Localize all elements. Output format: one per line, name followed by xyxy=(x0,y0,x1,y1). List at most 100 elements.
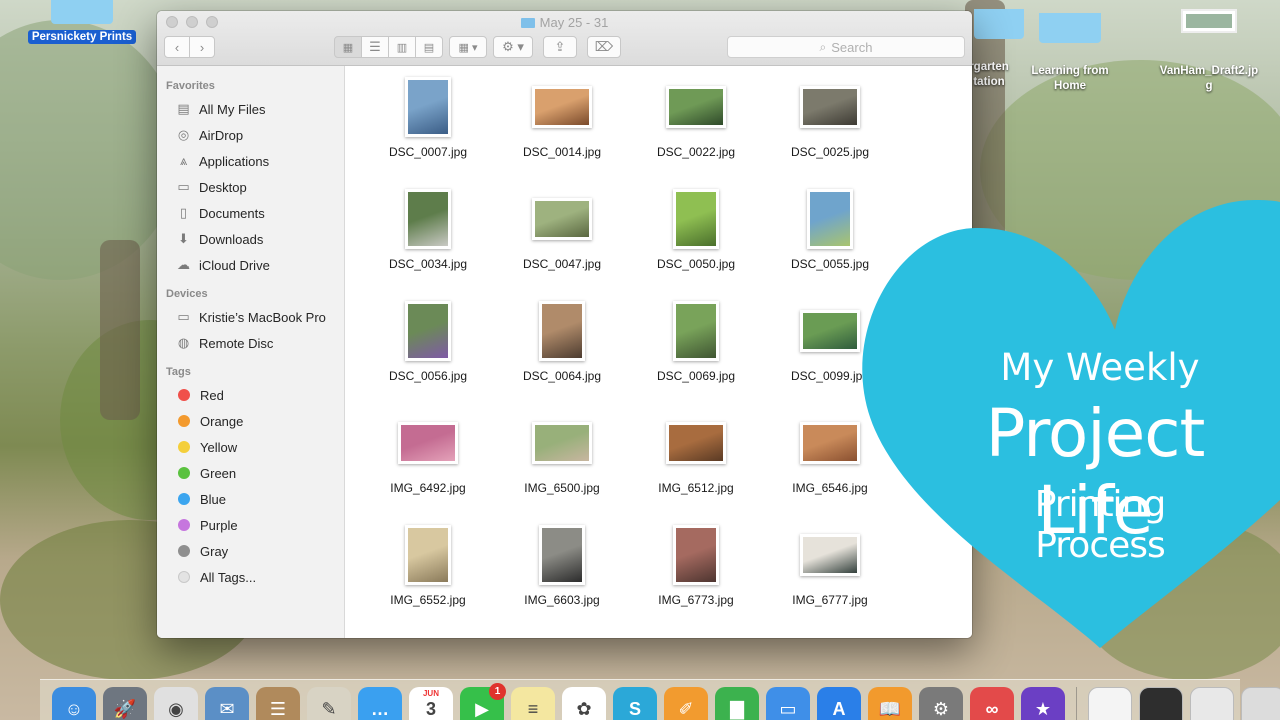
file-item[interactable]: DSC_0047.jpg xyxy=(495,186,629,298)
sidebar-item-desktop[interactable]: ▭ Desktop xyxy=(157,174,344,200)
column-view-button[interactable]: ▥ xyxy=(388,36,416,58)
devices-heading: Devices xyxy=(166,288,208,300)
keynote-app[interactable]: ▭ xyxy=(766,687,810,720)
sidebar-item-all-my-files[interactable]: ▤ All My Files xyxy=(157,96,344,122)
tags-list: Red Orange Yellow Green Blue Purple Gray All Ta… xyxy=(157,382,344,590)
image-thumbnail xyxy=(800,422,860,464)
system-prefs-app[interactable]: ⚙ xyxy=(919,687,963,720)
thumbnail-frame xyxy=(666,74,726,140)
calendar-app[interactable]: 3 JUN xyxy=(409,687,453,720)
desktop-icon-label: VanHam_Draft2.jp g xyxy=(1159,65,1259,92)
sidebar-item-tag-alltags[interactable]: All Tags... xyxy=(157,564,344,590)
creative-cloud-app[interactable]: ∞ xyxy=(970,687,1014,720)
mail-app[interactable]: ✉ xyxy=(205,687,249,720)
sidebar-item-tag-gray[interactable]: Gray xyxy=(157,538,344,564)
applications-icon: ⩓ xyxy=(179,153,188,168)
share-button[interactable]: ⇪ xyxy=(543,36,577,58)
messages-app[interactable]: … xyxy=(358,687,402,720)
image-thumbnail xyxy=(405,77,451,137)
sidebar-item-documents[interactable]: ▯ Documents xyxy=(157,200,344,226)
file-item[interactable]: DSC_0050.jpg xyxy=(629,186,763,298)
desktop-icon-learning-from-home[interactable]: Learning from Home xyxy=(1022,0,1118,94)
file-grid: DSC_0007.jpg DSC_0014.jpg DSC_0022.jpg DSC_… xyxy=(361,74,897,634)
file-item[interactable]: DSC_0014.jpg xyxy=(495,74,629,186)
sidebar-item-airdrop[interactable]: ◎ AirDrop xyxy=(157,122,344,148)
silhouette-app[interactable]: S xyxy=(613,687,657,720)
sidebar-item-tag-red[interactable]: Red xyxy=(157,382,344,408)
file-item[interactable]: IMG_6500.jpg xyxy=(495,410,629,522)
doc-thumbnail-1[interactable] xyxy=(1088,687,1132,720)
finder-app[interactable]: ☺ xyxy=(52,687,96,720)
facetime-app[interactable]: ▶ 1 xyxy=(460,683,506,720)
thumbnail-frame xyxy=(666,410,726,476)
file-item[interactable]: IMG_6492.jpg xyxy=(361,410,495,522)
doc-thumbnail-2[interactable] xyxy=(1139,687,1183,720)
list-view-button[interactable]: ☰ xyxy=(361,36,389,58)
sidebar-item-applications[interactable]: ⩓ Applications xyxy=(157,148,344,174)
desktop-icon-persnickety-prints[interactable]: Persnickety Prints xyxy=(20,0,144,45)
chevron-right-icon: › xyxy=(199,39,205,55)
pages-app[interactable]: ✐ xyxy=(664,687,708,720)
sidebar-item-icloud-drive[interactable]: ☁ iCloud Drive xyxy=(157,252,344,278)
sidebar-item-tag-yellow[interactable]: Yellow xyxy=(157,434,344,460)
file-item[interactable]: DSC_0056.jpg xyxy=(361,298,495,410)
grid-icon: ▦ xyxy=(342,41,354,54)
file-name: IMG_6492.jpg xyxy=(390,481,466,495)
finder-icon: ☺ xyxy=(64,698,84,719)
file-item[interactable]: DSC_0025.jpg xyxy=(763,74,897,186)
doc-thumbnail-3[interactable] xyxy=(1190,687,1234,720)
imovie-app[interactable]: ★ xyxy=(1021,687,1065,720)
gear-icon: ⚙ ▾ xyxy=(502,39,524,54)
icon-view-button[interactable]: ▦ xyxy=(334,36,362,58)
file-name: DSC_0050.jpg xyxy=(656,257,736,271)
photos-app[interactable]: ✿ xyxy=(562,687,606,720)
desktop-icon-vanham-draft[interactable]: VanHam_Draft2.jp g xyxy=(1150,0,1268,94)
file-item[interactable]: IMG_6773.jpg xyxy=(629,522,763,634)
file-item[interactable]: DSC_0007.jpg xyxy=(361,74,495,186)
launchpad-app[interactable]: 🚀 xyxy=(103,687,147,720)
forward-button[interactable]: › xyxy=(189,36,215,58)
action-button[interactable]: ⚙ ▾ xyxy=(493,36,533,58)
toolbar: ‹ › ▦ ☰ ▥ ▤ ▦ ▾ ⚙ ▾ ⇪ ⌦ ⌕ Search xyxy=(164,36,965,58)
trash-app[interactable] xyxy=(1241,687,1280,720)
file-name: DSC_0022.jpg xyxy=(656,145,736,159)
back-button[interactable]: ‹ xyxy=(164,36,190,58)
sidebar-item-tag-green[interactable]: Green xyxy=(157,460,344,486)
sidebar-item-tag-orange[interactable]: Orange xyxy=(157,408,344,434)
tag-color-icon xyxy=(178,519,190,531)
numbers-app[interactable]: ▇ xyxy=(715,687,759,720)
sidebar-item-macbook-pro[interactable]: ▭ Kristie’s MacBook Pro xyxy=(157,304,344,330)
pages-icon: ✐ xyxy=(678,698,694,719)
file-name: DSC_0034.jpg xyxy=(388,257,468,271)
list-icon: ☰ xyxy=(369,39,381,54)
cover-flow-button[interactable]: ▤ xyxy=(415,36,443,58)
finder-window: May 25 - 31 ‹ › ▦ ☰ ▥ ▤ ▦ ▾ ⚙ ▾ ⇪ ⌦ ⌕ Se… xyxy=(157,11,972,638)
file-item[interactable]: IMG_6512.jpg xyxy=(629,410,763,522)
notes-app[interactable]: ✎ xyxy=(307,687,351,720)
stickies-app[interactable]: ≡ xyxy=(511,687,555,720)
system-prefs-icon: ⚙ xyxy=(932,698,950,719)
sidebar-item-tag-blue[interactable]: Blue xyxy=(157,486,344,512)
sidebar-item-downloads[interactable]: ⬇ Downloads xyxy=(157,226,344,252)
file-item[interactable]: DSC_0064.jpg xyxy=(495,298,629,410)
columns-icon: ▥ xyxy=(396,41,408,54)
image-thumbnail xyxy=(405,301,451,361)
sidebar-item-tag-purple[interactable]: Purple xyxy=(157,512,344,538)
contacts-app[interactable]: ☰ xyxy=(256,687,300,720)
file-item[interactable]: DSC_0034.jpg xyxy=(361,186,495,298)
arrange-button[interactable]: ▦ ▾ xyxy=(449,36,487,58)
file-item[interactable]: DSC_0069.jpg xyxy=(629,298,763,410)
app-store-app[interactable]: A xyxy=(817,687,861,720)
file-item[interactable]: IMG_6603.jpg xyxy=(495,522,629,634)
tags-button[interactable]: ⌦ xyxy=(587,36,621,58)
thumbnail-frame xyxy=(673,522,719,588)
airdrop-icon: ◎ xyxy=(177,127,190,142)
sidebar-item-remote-disc[interactable]: ◍ Remote Disc xyxy=(157,330,344,356)
search-field[interactable]: ⌕ Search xyxy=(727,36,965,58)
favorites-list: ▤ All My Files ◎ AirDrop ⩓ Applications ▭ De… xyxy=(157,96,344,278)
file-item[interactable]: IMG_6552.jpg xyxy=(361,522,495,634)
overlay-title-line1: My Weekly xyxy=(1000,346,1200,389)
ibooks-app[interactable]: 📖 xyxy=(868,687,912,720)
chrome-app[interactable]: ◉ xyxy=(154,687,198,720)
file-item[interactable]: DSC_0022.jpg xyxy=(629,74,763,186)
